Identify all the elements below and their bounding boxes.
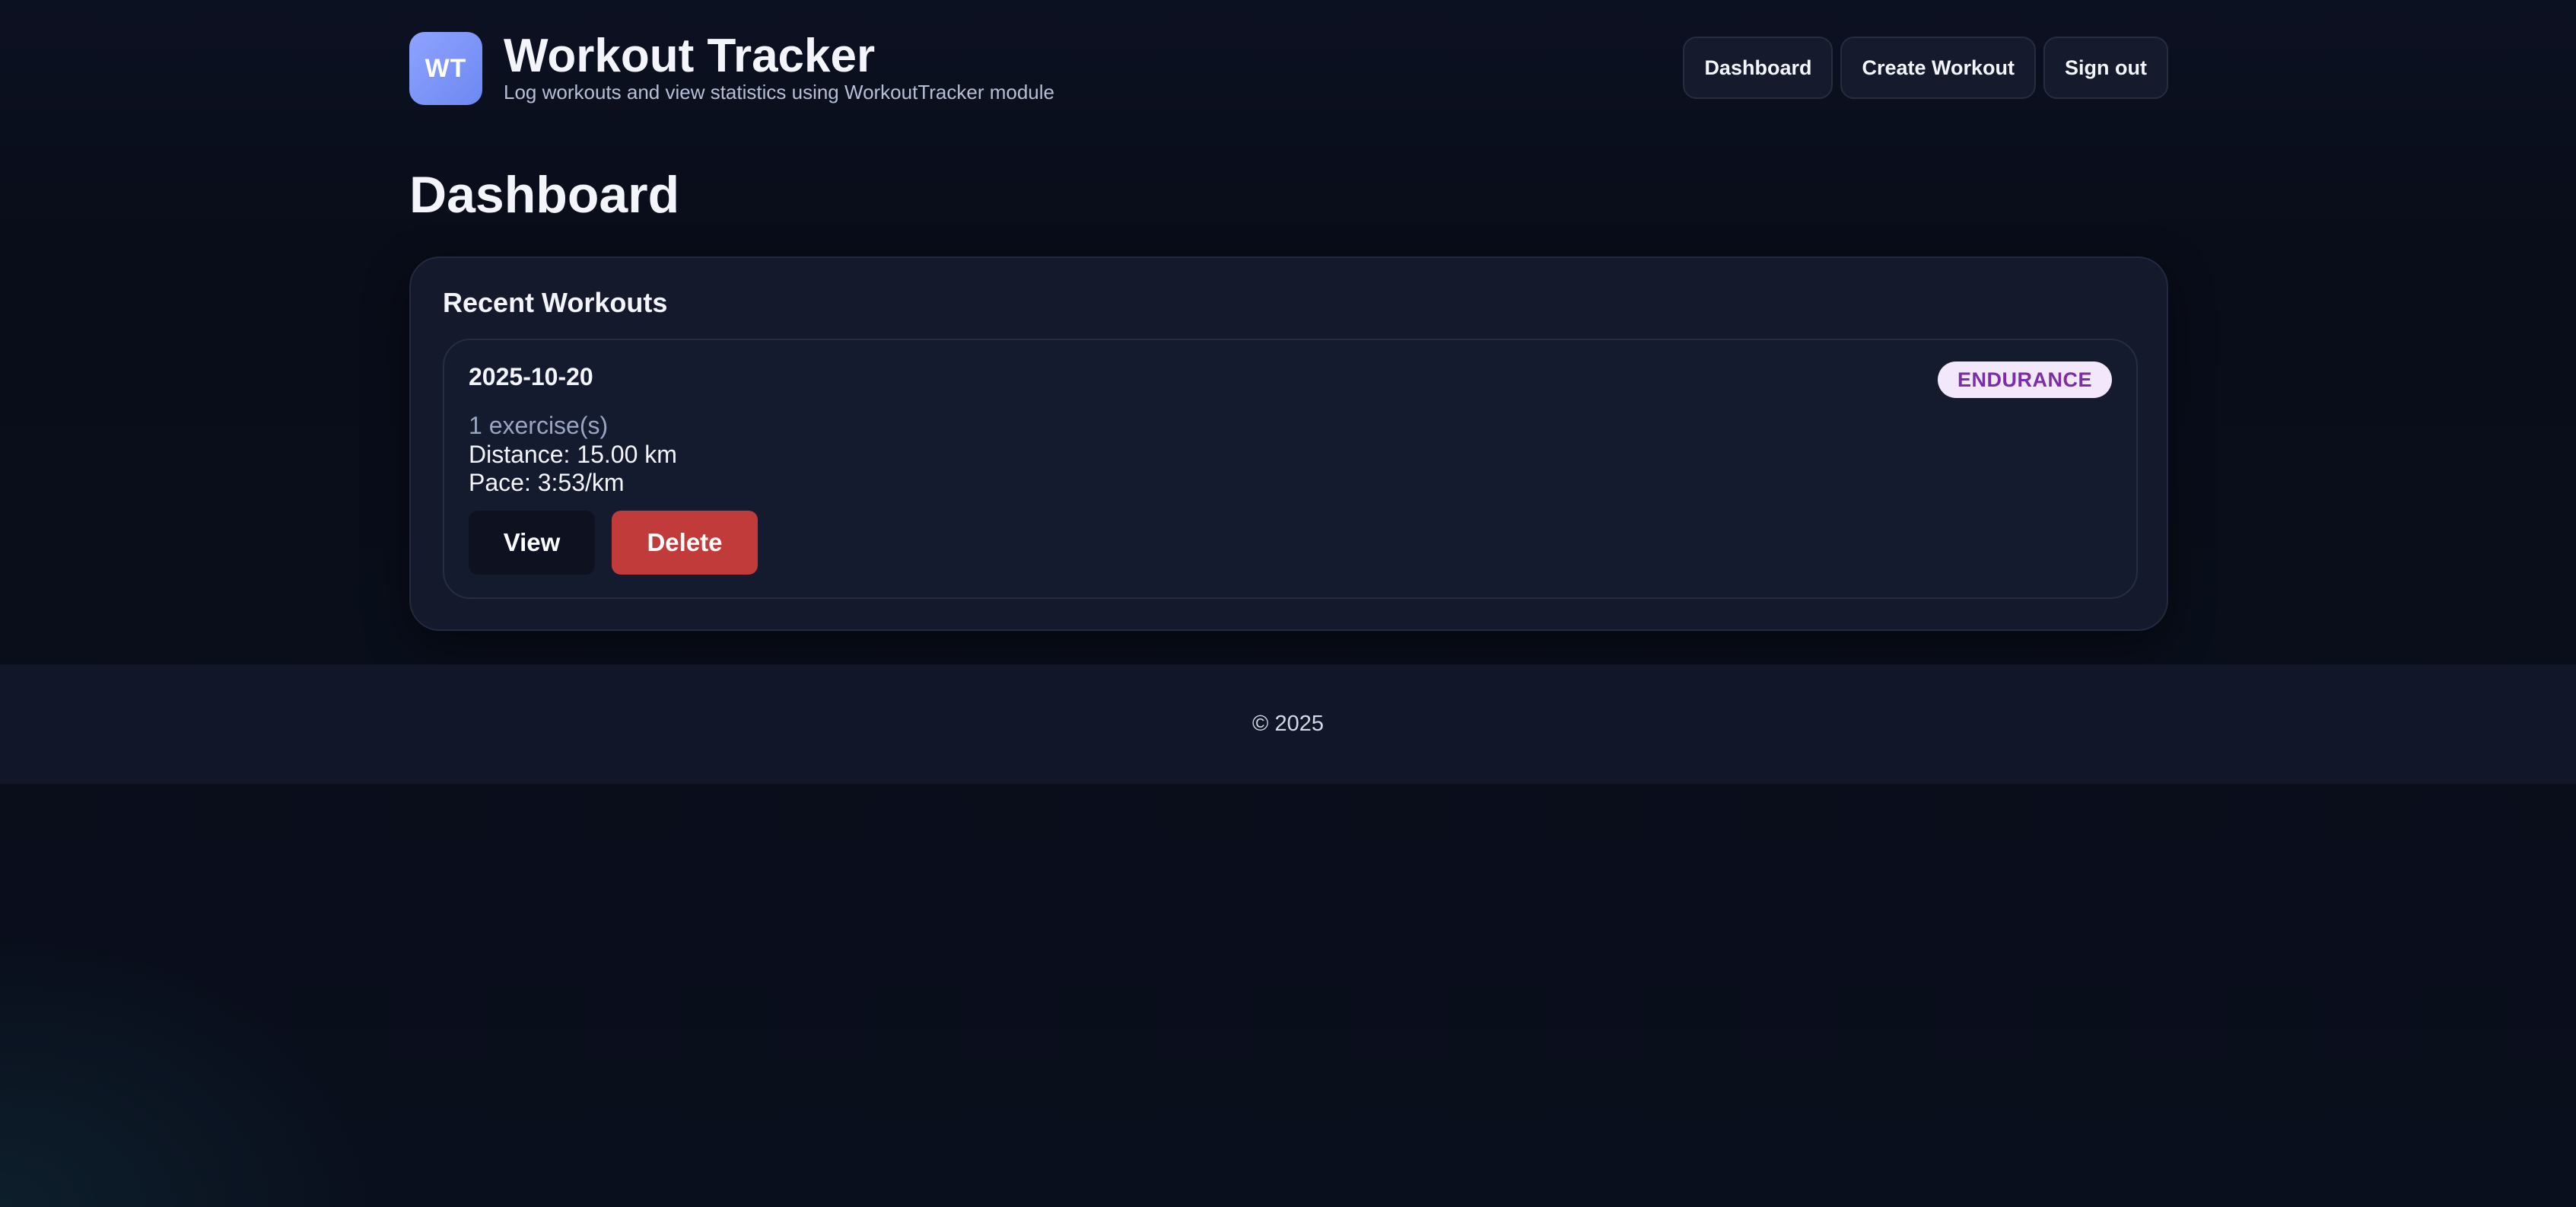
workout-date: 2025-10-20 <box>469 363 593 390</box>
workout-distance: Distance: 15.00 km <box>469 441 677 468</box>
delete-workout-button[interactable]: Delete <box>612 511 758 575</box>
workout-pace: Pace: 3:53/km <box>469 469 625 496</box>
workout-card: 2025-10-20 ENDURANCE 1 exercise(s) Dista… <box>443 339 2138 599</box>
top-nav: Dashboard Create Workout Sign out <box>1683 37 2168 99</box>
footer-copyright: © 2025 <box>1252 712 1324 736</box>
recent-workouts-title: Recent Workouts <box>443 287 668 318</box>
view-workout-button[interactable]: View <box>469 511 595 575</box>
app-title: Workout Tracker <box>504 30 876 82</box>
page-title: Dashboard <box>409 166 680 224</box>
nav-create-workout-button[interactable]: Create Workout <box>1840 37 2037 99</box>
recent-workouts-panel: Recent Workouts 2025-10-20 ENDURANCE 1 e… <box>409 256 2168 631</box>
app-header: WT Workout Tracker Log workouts and view… <box>409 30 2168 107</box>
page-footer: © 2025 <box>0 664 2576 784</box>
nav-sign-out-button[interactable]: Sign out <box>2043 37 2168 99</box>
app-subtitle: Log workouts and view statistics using W… <box>504 81 1054 104</box>
nav-dashboard-button[interactable]: Dashboard <box>1683 37 1833 99</box>
app-logo: WT <box>409 32 482 105</box>
workout-type-badge: ENDURANCE <box>1937 361 2112 398</box>
workout-exercise-count: 1 exercise(s) <box>469 412 609 439</box>
